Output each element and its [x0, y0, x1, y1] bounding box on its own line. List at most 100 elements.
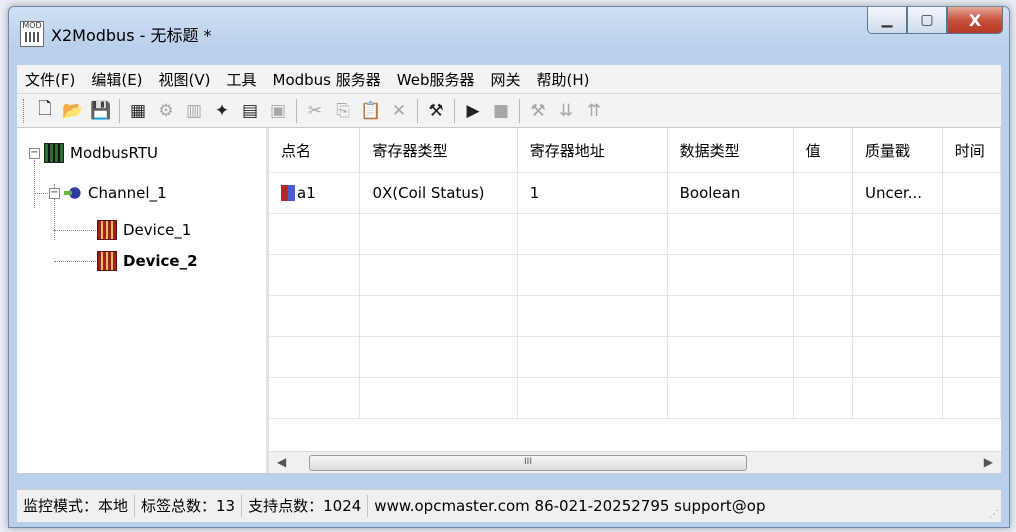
- table-cell: [942, 213, 1001, 255]
- table-row[interactable]: [269, 213, 1001, 255]
- table-row[interactable]: [269, 295, 1001, 337]
- table-cell: [359, 377, 518, 419]
- tree-node-root[interactable]: − ModbusRTU: [29, 142, 158, 164]
- table-cell: [667, 336, 794, 378]
- column-header[interactable]: 寄存器类型: [359, 128, 518, 173]
- menu-web-server[interactable]: Web服务器: [389, 69, 483, 90]
- app-icon-grid: [25, 32, 39, 42]
- table-cell: [667, 254, 794, 296]
- window-title: X2Modbus - 无标题 *: [51, 26, 212, 45]
- table-cell: [793, 172, 853, 214]
- minimize-button[interactable]: ▁: [867, 7, 907, 34]
- close-button[interactable]: X: [947, 7, 1003, 34]
- table-row[interactable]: [269, 336, 1001, 378]
- tree-node-device-1[interactable]: Device_1: [97, 219, 191, 241]
- tag-icon: [281, 185, 295, 201]
- table-cell: [359, 254, 518, 296]
- resize-grip-icon[interactable]: ⋰: [989, 509, 999, 520]
- tree-node-label: Device_1: [123, 221, 192, 239]
- table-cell: [269, 336, 361, 378]
- tag-table[interactable]: 点名 寄存器类型 寄存器地址 数据类型 值 质量戳 时间 a1 0X(Coil …: [269, 128, 1001, 473]
- stop-icon[interactable]: ■: [490, 100, 512, 122]
- menu-view[interactable]: 视图(V): [151, 69, 219, 90]
- scroll-thumb[interactable]: III: [309, 455, 747, 471]
- table-cell: [793, 336, 853, 378]
- table-cell: [852, 295, 943, 337]
- tree-node-channel[interactable]: − Channel_1: [49, 182, 167, 204]
- menu-gateway[interactable]: 网关: [482, 69, 528, 90]
- table-cell: a1: [269, 172, 361, 214]
- maximize-button[interactable]: ▢: [907, 7, 947, 34]
- column-header[interactable]: 数据类型: [667, 128, 794, 173]
- table-cell: [667, 377, 794, 419]
- minimize-icon: ▁: [881, 12, 893, 28]
- toolbar: 🗋 📂 💾 ▦ ⚙ ▥ ✦ ▤ ▣ ✂ ⎘ 📋 ✕ ⚒ ▶ ■ ⚒ ⇊ ⇈: [17, 94, 1001, 128]
- table-cell: [667, 295, 794, 337]
- collapse-toggle[interactable]: −: [49, 187, 60, 199]
- table-cell: [667, 213, 794, 255]
- table-cell: 0X(Coil Status): [359, 172, 518, 214]
- add-channel-icon[interactable]: ⚙: [155, 100, 177, 122]
- tree-node-label: ModbusRTU: [70, 144, 158, 162]
- table-cell: [793, 295, 853, 337]
- scroll-right-icon[interactable]: ▶: [984, 455, 993, 469]
- toolbar-separator: [417, 98, 418, 123]
- upload-icon[interactable]: ⇈: [583, 100, 605, 122]
- table-cell: [517, 377, 668, 419]
- run-icon[interactable]: ▶: [462, 100, 484, 122]
- tree-view[interactable]: − ModbusRTU − Channel_1 Device_1 Device_…: [17, 128, 269, 473]
- column-header[interactable]: 时间: [942, 128, 1001, 173]
- column-header[interactable]: 点名: [269, 128, 361, 173]
- status-point-limit: 支持点数：1024: [242, 495, 369, 517]
- tree-line: [54, 261, 96, 262]
- tools-icon[interactable]: ⚒: [527, 100, 549, 122]
- table-cell: [852, 213, 943, 255]
- menu-tools[interactable]: 工具: [219, 69, 265, 90]
- menu-file[interactable]: 文件(F): [17, 69, 83, 90]
- table-cell: [517, 213, 668, 255]
- new-tag-icon[interactable]: ✦: [211, 100, 233, 122]
- collapse-toggle[interactable]: −: [29, 147, 40, 159]
- monitor-icon[interactable]: ⚒: [425, 100, 447, 122]
- tree-node-device-2[interactable]: Device_2: [97, 250, 198, 272]
- app-icon[interactable]: MOD: [20, 21, 44, 47]
- properties-icon[interactable]: ▣: [267, 100, 289, 122]
- table-cell: [852, 254, 943, 296]
- menu-edit[interactable]: 编辑(E): [83, 69, 150, 90]
- delete-icon[interactable]: ✕: [388, 100, 410, 122]
- paste-icon[interactable]: 📋: [360, 100, 382, 122]
- status-contact: www.opcmaster.com 86-021-20252795 suppor…: [374, 497, 766, 515]
- title-bar[interactable]: MOD X2Modbus - 无标题 * ▁ ▢ X: [9, 7, 1009, 59]
- toolbar-separator: [296, 98, 297, 123]
- column-header[interactable]: 质量戳: [852, 128, 943, 173]
- open-folder-icon[interactable]: 📂: [62, 100, 84, 122]
- menu-help[interactable]: 帮助(H): [529, 69, 598, 90]
- table-row[interactable]: [269, 254, 1001, 296]
- save-icon[interactable]: 💾: [90, 100, 112, 122]
- table-cell: [269, 295, 361, 337]
- table-cell: [517, 336, 668, 378]
- add-server-icon[interactable]: ▦: [127, 100, 149, 122]
- table-cell: [269, 254, 361, 296]
- load-icon[interactable]: ⇊: [555, 100, 577, 122]
- table-row[interactable]: [269, 377, 1001, 419]
- maximize-icon: ▢: [920, 12, 934, 28]
- new-file-icon[interactable]: 🗋: [34, 99, 56, 122]
- column-header[interactable]: 寄存器地址: [517, 128, 668, 173]
- scroll-left-icon[interactable]: ◀: [277, 455, 286, 469]
- add-tag-icon[interactable]: ▤: [239, 100, 261, 122]
- cut-icon[interactable]: ✂: [304, 100, 326, 122]
- column-header[interactable]: 值: [793, 128, 853, 173]
- toolbar-grip[interactable]: [23, 98, 27, 123]
- table-cell: [852, 377, 943, 419]
- toolbar-separator: [454, 98, 455, 123]
- copy-icon[interactable]: ⎘: [332, 100, 354, 122]
- table-cell: [793, 254, 853, 296]
- horizontal-scrollbar[interactable]: ◀ III ▶: [269, 451, 1001, 473]
- menu-modbus-server[interactable]: Modbus 服务器: [265, 69, 389, 90]
- table-row[interactable]: a1 0X(Coil Status) 1 Boolean Uncer...: [269, 172, 1001, 214]
- add-device-icon[interactable]: ▥: [183, 100, 205, 122]
- table-cell: [269, 213, 361, 255]
- table-cell: [269, 377, 361, 419]
- table-cell: [517, 254, 668, 296]
